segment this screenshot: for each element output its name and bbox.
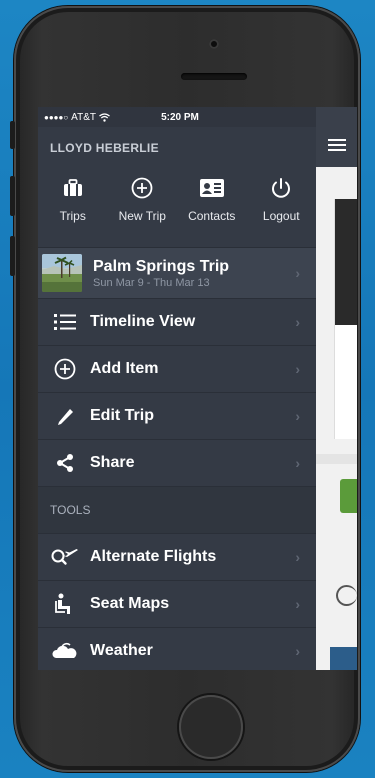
hamburger-menu-icon[interactable] <box>327 139 346 151</box>
volume-down-button <box>10 236 15 276</box>
side-menu: ●●●●○ AT&T 5:20 PM LLOYD HEBERLIE Trips … <box>38 107 316 670</box>
signal-icon: ●●●●○ <box>44 112 69 122</box>
new-trip-button[interactable]: New Trip <box>108 169 178 247</box>
menu-item-label: Seat Maps <box>90 595 170 612</box>
trips-button[interactable]: Trips <box>38 169 108 247</box>
menu-item-label: Edit Trip <box>90 407 154 424</box>
share-icon <box>50 453 80 473</box>
list-icon <box>50 313 80 331</box>
tools-heading: TOOLS <box>38 486 316 533</box>
plus-circle-icon <box>131 175 153 201</box>
pencil-icon <box>50 406 80 426</box>
main-content-peek[interactable] <box>316 107 357 670</box>
menu-item-label: Alternate Flights <box>90 548 217 565</box>
menu-item-label: Add Item <box>90 360 159 377</box>
content-header <box>316 107 357 167</box>
power-icon <box>270 175 292 201</box>
plus-circle-icon <box>50 358 80 380</box>
content-divider <box>316 454 357 464</box>
trip-thumbnail <box>42 254 82 292</box>
chevron-right-icon: › <box>295 314 300 330</box>
logout-label: Logout <box>262 209 300 223</box>
content-card <box>334 199 357 439</box>
phone-screen: ●●●●○ AT&T 5:20 PM LLOYD HEBERLIE Trips … <box>38 107 357 670</box>
chevron-right-icon: › <box>295 455 300 471</box>
front-camera <box>209 39 219 49</box>
home-button[interactable] <box>179 695 243 759</box>
trip-dates: Sun Mar 9 - Thu Mar 13 <box>93 276 210 289</box>
menu-item-add-item[interactable]: Add Item › <box>38 345 316 392</box>
new-trip-label: New Trip <box>118 209 166 223</box>
content-tile <box>330 647 357 670</box>
mute-switch <box>10 121 15 149</box>
contacts-button[interactable]: Contacts <box>177 169 247 247</box>
trip-item-palm-springs[interactable]: Palm Springs Trip Sun Mar 9 - Thu Mar 13… <box>38 247 316 298</box>
chevron-right-icon: › <box>295 549 300 565</box>
menu-item-seat-maps[interactable]: Seat Maps › <box>38 580 316 627</box>
chevron-right-icon: › <box>295 408 300 424</box>
quick-actions: Trips New Trip Contacts Logout <box>38 169 316 247</box>
volume-up-button <box>10 176 15 216</box>
chevron-right-icon: › <box>295 596 300 612</box>
menu-item-timeline-view[interactable]: Timeline View › <box>38 298 316 345</box>
cloud-icon <box>50 641 80 661</box>
trip-title: Palm Springs Trip <box>93 257 230 275</box>
menu-item-label: Share <box>90 454 135 471</box>
logout-button[interactable]: Logout <box>247 169 317 247</box>
contact-card-icon <box>199 175 225 201</box>
trips-label: Trips <box>59 209 86 223</box>
menu-item-share[interactable]: Share › <box>38 439 316 486</box>
status-bar: ●●●●○ AT&T 5:20 PM <box>38 107 316 127</box>
status-time: 5:20 PM <box>161 111 199 123</box>
chevron-right-icon: › <box>295 361 300 377</box>
menu-item-label: Weather <box>90 642 153 659</box>
chevron-right-icon: › <box>295 265 300 281</box>
earpiece-speaker <box>181 73 247 80</box>
info-icon[interactable] <box>336 585 357 606</box>
menu-item-edit-trip[interactable]: Edit Trip › <box>38 392 316 439</box>
contacts-label: Contacts <box>188 209 236 223</box>
briefcase-icon <box>63 175 83 201</box>
chevron-right-icon: › <box>295 643 300 659</box>
menu-item-alternate-flights[interactable]: Alternate Flights › <box>38 533 316 580</box>
menu-item-label: Timeline View <box>90 313 196 330</box>
search-plane-icon <box>50 547 80 567</box>
seat-icon <box>50 593 80 615</box>
user-name: LLOYD HEBERLIE <box>50 141 159 155</box>
wifi-icon <box>99 112 110 122</box>
menu-item-weather[interactable]: Weather › <box>38 627 316 670</box>
content-badge <box>340 479 357 513</box>
carrier-label: AT&T <box>71 111 96 123</box>
